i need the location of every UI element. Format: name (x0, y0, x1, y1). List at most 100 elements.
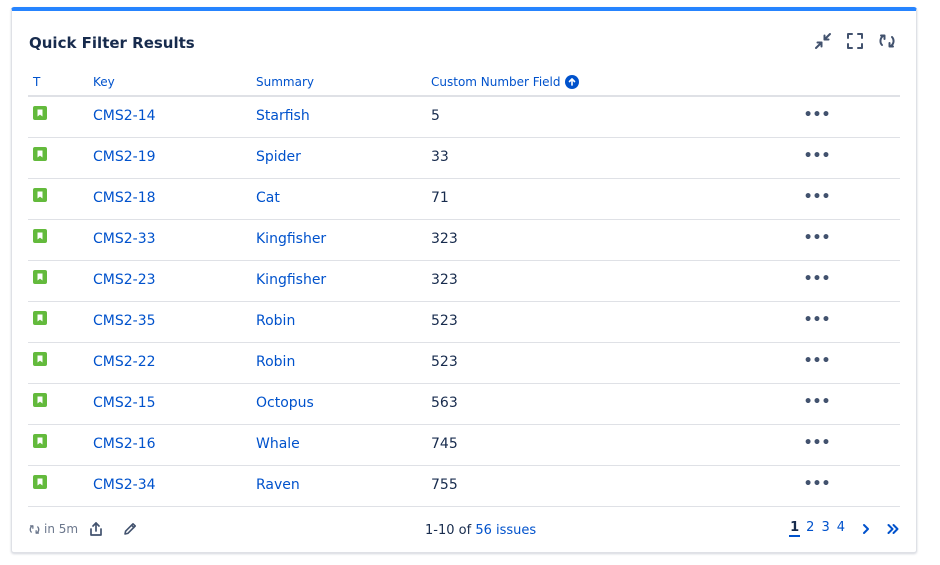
minimize-button[interactable] (812, 30, 834, 52)
issue-summary-link[interactable]: Starfish (256, 108, 310, 124)
issue-type-story-icon (33, 475, 47, 489)
edit-button[interactable] (120, 519, 140, 539)
page-2-link[interactable]: 2 (805, 520, 815, 537)
page-3-link[interactable]: 3 (820, 520, 830, 537)
issue-key-link[interactable]: CMS2-15 (93, 395, 156, 411)
double-chevron-right-icon (887, 523, 899, 534)
issue-key-link[interactable]: CMS2-19 (93, 149, 156, 165)
more-actions-button[interactable]: ••• (803, 105, 831, 125)
issues-table: T Key Summary Custom Number Field CMS2-1… (28, 71, 900, 507)
refresh-icon (879, 34, 895, 48)
table-row: CMS2-23 Kingfisher 323 ••• (28, 261, 900, 302)
more-dots-icon: ••• (803, 476, 831, 492)
column-header-summary[interactable]: Summary (256, 75, 314, 89)
more-dots-icon: ••• (803, 435, 831, 451)
issue-type-story-icon (33, 147, 47, 161)
issue-key-link[interactable]: CMS2-16 (93, 436, 156, 452)
issue-type-story-icon (33, 434, 47, 448)
issue-summary-link[interactable]: Kingfisher (256, 272, 326, 288)
share-export-icon (90, 522, 102, 536)
more-actions-button[interactable]: ••• (804, 146, 831, 166)
table-body: CMS2-14 Starfish 5 ••• CMS2-19 Spider 33 ••• CMS… (28, 97, 900, 507)
refresh-button[interactable] (876, 30, 898, 52)
issue-key-link[interactable]: CMS2-33 (93, 231, 156, 247)
all-issues-link[interactable]: 56 issues (475, 523, 536, 538)
issue-key-link[interactable]: CMS2-18 (93, 190, 156, 206)
custom-number-value: 323 (431, 231, 458, 247)
pencil-icon (124, 523, 136, 535)
more-actions-button[interactable]: ••• (803, 392, 831, 412)
more-dots-icon: ••• (803, 189, 831, 205)
maximize-icon (847, 33, 863, 49)
more-dots-icon: ••• (803, 353, 831, 369)
more-dots-icon: ••• (803, 312, 831, 328)
table-row: CMS2-14 Starfish 5 ••• (28, 97, 900, 138)
pagination: 1234 (789, 520, 900, 537)
issue-summary-link[interactable]: Raven (256, 477, 300, 493)
issue-type-story-icon (33, 270, 47, 284)
more-actions-button[interactable]: ••• (803, 310, 831, 330)
issue-key-link[interactable]: CMS2-35 (93, 313, 156, 329)
page-numbers: 1234 (789, 520, 846, 537)
issue-summary-link[interactable]: Whale (256, 436, 300, 452)
custom-number-value: 5 (431, 108, 440, 124)
issue-summary-link[interactable]: Cat (256, 190, 280, 206)
table-row: CMS2-33 Kingfisher 323 ••• (28, 220, 900, 261)
results-range: 1-10 of (425, 523, 476, 538)
issue-key-link[interactable]: CMS2-22 (93, 354, 156, 370)
custom-number-value: 323 (431, 272, 458, 288)
more-actions-button[interactable]: ••• (803, 474, 831, 494)
table-row: CMS2-18 Cat 71 ••• (28, 179, 900, 220)
table-header: T Key Summary Custom Number Field (28, 71, 900, 97)
custom-number-value: 523 (431, 354, 458, 370)
page-4-link[interactable]: 4 (836, 520, 846, 537)
table-row: CMS2-22 Robin 523 ••• (28, 343, 900, 384)
results-count: 1-10 of 56 issues (425, 523, 536, 538)
issue-summary-link[interactable]: Kingfisher (256, 231, 326, 247)
column-header-key[interactable]: Key (93, 75, 115, 89)
last-page-button[interactable] (886, 522, 900, 536)
custom-number-value: 745 (431, 436, 458, 452)
more-dots-icon: ••• (803, 394, 831, 410)
more-actions-button[interactable]: ••• (803, 433, 831, 453)
issue-key-link[interactable]: CMS2-14 (93, 108, 156, 124)
issue-key-link[interactable]: CMS2-34 (93, 477, 156, 493)
refresh-small-icon (29, 524, 40, 534)
page-1-link[interactable]: 1 (789, 520, 801, 537)
more-dots-icon: ••• (803, 230, 831, 246)
custom-number-value: 523 (431, 313, 458, 329)
gadget-title: Quick Filter Results (29, 34, 195, 52)
issue-summary-link[interactable]: Robin (256, 354, 295, 370)
custom-number-value: 755 (431, 477, 458, 493)
table-row: CMS2-34 Raven 755 ••• (28, 466, 900, 507)
issue-type-story-icon (33, 188, 47, 202)
minimize-icon (815, 33, 831, 49)
more-dots-icon: ••• (803, 271, 831, 287)
export-button[interactable] (86, 519, 106, 539)
maximize-button[interactable] (844, 30, 866, 52)
issue-summary-link[interactable]: Spider (256, 149, 301, 165)
column-header-type[interactable]: T (33, 75, 40, 89)
issue-type-story-icon (33, 311, 47, 325)
custom-number-value: 563 (431, 395, 458, 411)
refresh-interval-text: in 5m (44, 522, 79, 536)
custom-number-value: 71 (431, 190, 449, 206)
table-row: CMS2-15 Octopus 563 ••• (28, 384, 900, 425)
more-dots-icon: ••• (803, 107, 831, 123)
issue-type-story-icon (33, 393, 47, 407)
more-actions-button[interactable]: ••• (803, 269, 831, 289)
issue-key-link[interactable]: CMS2-23 (93, 272, 156, 288)
table-row: CMS2-35 Robin 523 ••• (28, 302, 900, 343)
gadget-header-actions (812, 30, 898, 52)
more-actions-button[interactable]: ••• (803, 187, 831, 207)
more-actions-button[interactable]: ••• (803, 228, 831, 248)
auto-refresh-info: in 5m (28, 522, 78, 536)
more-actions-button[interactable]: ••• (803, 351, 831, 371)
issue-summary-link[interactable]: Octopus (256, 395, 314, 411)
column-header-custom-number-field[interactable]: Custom Number Field (431, 75, 579, 89)
next-page-button[interactable] (859, 522, 873, 536)
arrow-up-icon (564, 75, 579, 89)
issue-type-story-icon (33, 229, 47, 243)
table-row: CMS2-16 Whale 745 ••• (28, 425, 900, 466)
issue-summary-link[interactable]: Robin (256, 313, 295, 329)
